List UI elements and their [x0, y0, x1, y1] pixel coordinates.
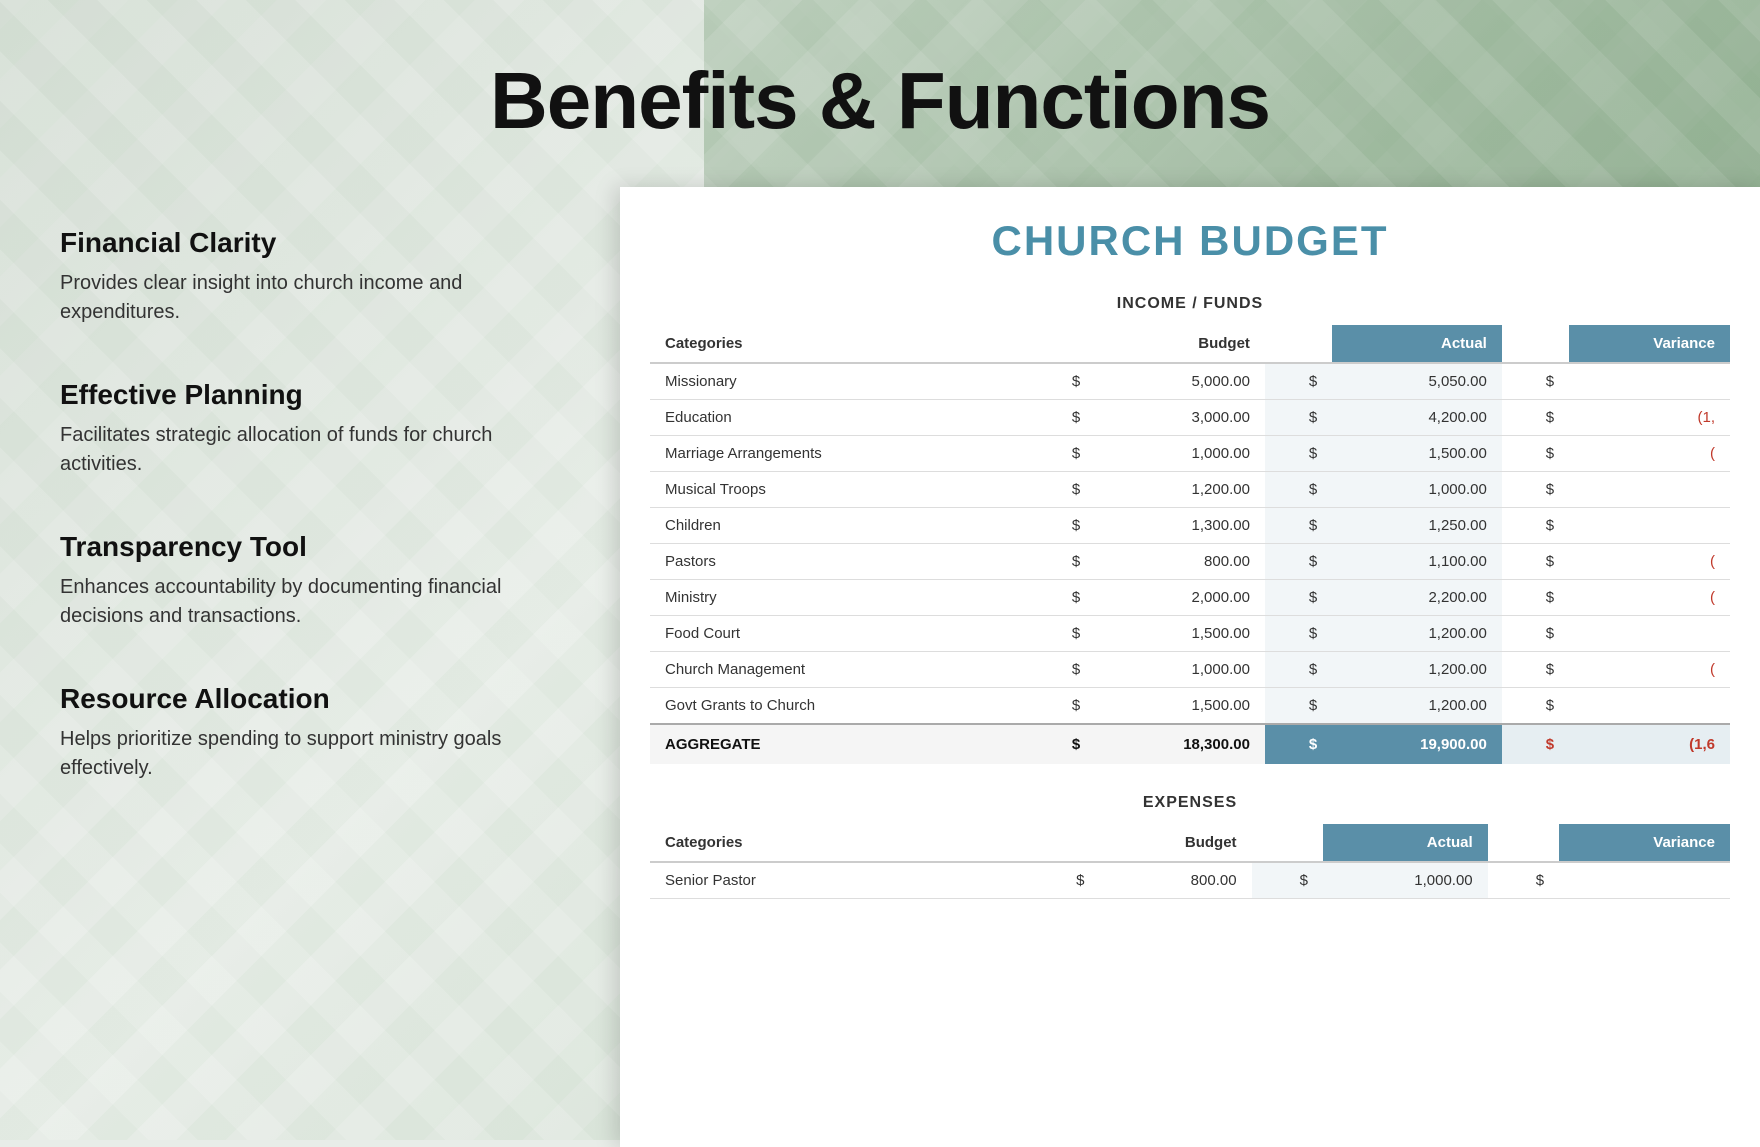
- spreadsheet-panel: CHURCH BUDGET INCOME / FUNDS Categories …: [620, 187, 1760, 1147]
- cat-missionary: Missionary: [650, 363, 1028, 400]
- page-header: Benefits & Functions: [0, 0, 1760, 187]
- cat-senior-pastor: Senior Pastor: [650, 862, 1028, 899]
- expenses-section-title: EXPENSES: [650, 794, 1730, 812]
- income-table-body: Missionary $ 5,000.00 $ 5,050.00 $ Educa…: [650, 363, 1730, 724]
- benefit-transparency-tool-title: Transparency Tool: [60, 531, 560, 563]
- table-row: Food Court $ 1,500.00 $ 1,200.00 $: [650, 616, 1730, 652]
- cat-church-management: Church Management: [650, 652, 1028, 688]
- benefits-panel: Financial Clarity Provides clear insight…: [0, 187, 620, 1147]
- expenses-table-header: Categories Budget Actual Variance: [650, 824, 1730, 862]
- cat-food-court: Food Court: [650, 616, 1028, 652]
- table-row: Ministry $ 2,000.00 $ 2,200.00 $ (: [650, 580, 1730, 616]
- benefit-financial-clarity-desc: Provides clear insight into church incom…: [60, 269, 560, 327]
- table-row: Senior Pastor $ 800.00 $ 1,000.00 $: [650, 862, 1730, 899]
- col-variance: Variance: [1569, 325, 1730, 363]
- col-budget: Budget: [1095, 325, 1265, 363]
- table-row: Missionary $ 5,000.00 $ 5,050.00 $: [650, 363, 1730, 400]
- benefit-effective-planning-desc: Facilitates strategic allocation of fund…: [60, 421, 560, 479]
- page-container: Benefits & Functions Financial Clarity P…: [0, 0, 1760, 1140]
- cat-ministry: Ministry: [650, 580, 1028, 616]
- benefit-financial-clarity-title: Financial Clarity: [60, 227, 560, 259]
- income-table: Categories Budget Actual Variance Missio…: [650, 325, 1730, 764]
- cat-marriage: Marriage Arrangements: [650, 436, 1028, 472]
- exp-col-actual-currency: [1252, 824, 1323, 862]
- benefit-financial-clarity: Financial Clarity Provides clear insight…: [60, 227, 560, 327]
- col-actual-currency: [1265, 325, 1332, 363]
- expenses-table: Categories Budget Actual Variance Senior…: [650, 824, 1730, 899]
- table-row: Pastors $ 800.00 $ 1,100.00 $ (: [650, 544, 1730, 580]
- benefit-transparency-tool: Transparency Tool Enhances accountabilit…: [60, 531, 560, 631]
- exp-col-actual: Actual: [1323, 824, 1488, 862]
- exp-col-variance: Variance: [1559, 824, 1730, 862]
- table-row: Church Management $ 1,000.00 $ 1,200.00 …: [650, 652, 1730, 688]
- benefit-effective-planning-title: Effective Planning: [60, 379, 560, 411]
- table-row: Govt Grants to Church $ 1,500.00 $ 1,200…: [650, 688, 1730, 725]
- aggregate-label: AGGREGATE: [650, 724, 1028, 764]
- cat-govt-grants: Govt Grants to Church: [650, 688, 1028, 725]
- table-row: Education $ 3,000.00 $ 4,200.00 $ (1,: [650, 400, 1730, 436]
- col-categories: Categories: [650, 325, 1028, 363]
- exp-col-budget: Budget: [1099, 824, 1251, 862]
- cat-education: Education: [650, 400, 1028, 436]
- benefit-resource-allocation-title: Resource Allocation: [60, 683, 560, 715]
- exp-col-categories: Categories: [650, 824, 1028, 862]
- income-table-header: Categories Budget Actual Variance: [650, 325, 1730, 363]
- benefit-effective-planning: Effective Planning Facilitates strategic…: [60, 379, 560, 479]
- cat-musical-troops: Musical Troops: [650, 472, 1028, 508]
- main-content: Financial Clarity Provides clear insight…: [0, 187, 1760, 1147]
- benefit-resource-allocation: Resource Allocation Helps prioritize spe…: [60, 683, 560, 783]
- table-row: Marriage Arrangements $ 1,000.00 $ 1,500…: [650, 436, 1730, 472]
- page-title: Benefits & Functions: [0, 55, 1760, 147]
- benefit-transparency-tool-desc: Enhances accountability by documenting f…: [60, 573, 560, 631]
- table-row: Children $ 1,300.00 $ 1,250.00 $: [650, 508, 1730, 544]
- col-currency-sign: [1028, 325, 1095, 363]
- exp-col-variance-currency: [1488, 824, 1559, 862]
- cat-children: Children: [650, 508, 1028, 544]
- table-row: Musical Troops $ 1,200.00 $ 1,000.00 $: [650, 472, 1730, 508]
- exp-col-currency: [1028, 824, 1099, 862]
- spreadsheet-content[interactable]: CHURCH BUDGET INCOME / FUNDS Categories …: [620, 187, 1760, 1147]
- spreadsheet-title: CHURCH BUDGET: [650, 217, 1730, 265]
- col-variance-currency: [1502, 325, 1569, 363]
- income-table-footer: AGGREGATE $ 18,300.00 $ 19,900.00 $ (1,6: [650, 724, 1730, 764]
- cat-pastors: Pastors: [650, 544, 1028, 580]
- benefit-resource-allocation-desc: Helps prioritize spending to support min…: [60, 725, 560, 783]
- col-actual: Actual: [1332, 325, 1502, 363]
- expenses-table-body: Senior Pastor $ 800.00 $ 1,000.00 $: [650, 862, 1730, 899]
- income-section-title: INCOME / FUNDS: [650, 295, 1730, 313]
